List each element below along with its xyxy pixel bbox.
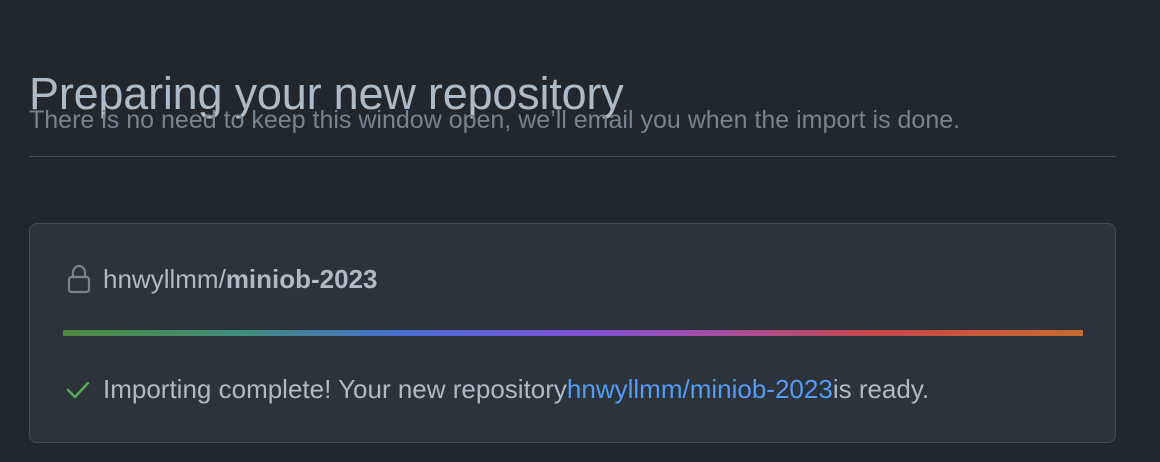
status-suffix: is ready.: [832, 373, 930, 404]
status-prefix: Importing complete! Your new repository: [103, 373, 567, 404]
import-status-card: hnwyllmm / miniob-2023 Importing complet…: [29, 223, 1116, 443]
repository-owner: hnwyllmm: [103, 263, 219, 294]
import-page: Preparing your new repository There is n…: [29, 0, 1116, 462]
header-divider: [29, 156, 1116, 157]
import-status-message: Importing complete! Your new repository …: [64, 372, 929, 406]
import-progress-bar: [63, 330, 1083, 336]
page-subtitle: There is no need to keep this window ope…: [29, 106, 961, 134]
lock-icon: [66, 263, 92, 295]
repository-name: miniob-2023: [225, 263, 378, 294]
repository-heading: hnwyllmm / miniob-2023: [66, 262, 378, 296]
repository-link[interactable]: hnwyllmm/miniob-2023: [567, 374, 833, 405]
repository-separator: /: [218, 263, 226, 294]
check-icon: [64, 375, 92, 403]
import-progress-fill: [63, 330, 1083, 336]
